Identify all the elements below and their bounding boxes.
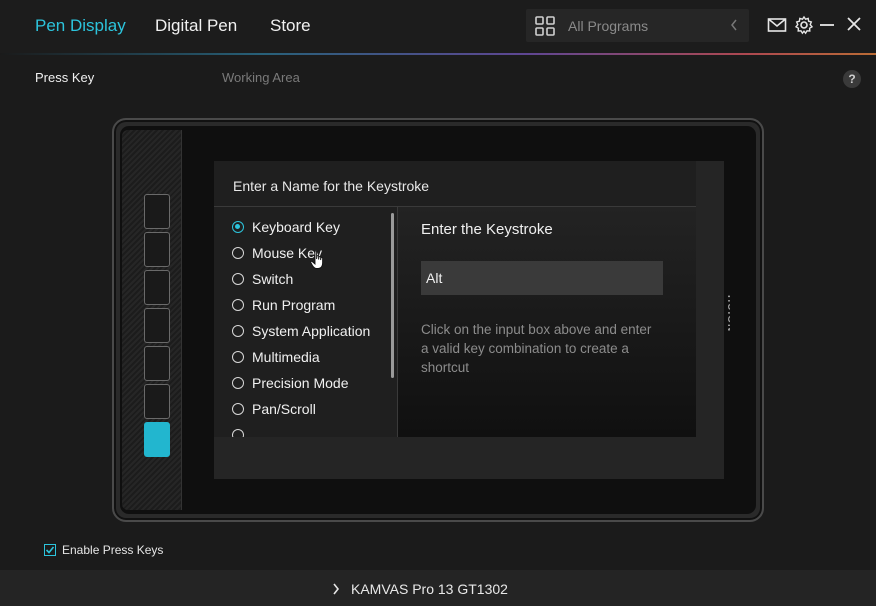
program-selector[interactable]: All Programs	[526, 9, 749, 42]
keystroke-input[interactable]	[421, 261, 663, 295]
radio-icon	[232, 429, 244, 437]
option-label: Pan/Scroll	[252, 401, 316, 417]
tab-digital-pen[interactable]: Digital Pen	[155, 16, 237, 36]
press-key-5[interactable]	[144, 346, 170, 381]
options-scrollbar[interactable]	[391, 213, 394, 378]
tab-store[interactable]: Store	[270, 16, 311, 36]
radio-icon	[232, 403, 244, 415]
device-name: KAMVAS Pro 13 GT1302	[351, 581, 508, 597]
radio-icon	[232, 325, 244, 337]
option-system-application[interactable]: System Application	[232, 323, 370, 339]
enable-press-keys-checkbox[interactable]: Enable Press Keys	[44, 543, 163, 557]
dialog-title: Enter a Name for the Keystroke	[233, 178, 430, 194]
press-key-panel	[122, 130, 182, 510]
chevron-left-icon[interactable]	[729, 18, 739, 32]
keystroke-pane: Enter the Keystroke Click on the input b…	[398, 207, 696, 437]
tab-pen-display[interactable]: Pen Display	[35, 16, 126, 36]
gear-icon[interactable]	[794, 15, 814, 35]
option-switch[interactable]: Switch	[232, 271, 293, 287]
option-label: Precision Mode	[252, 375, 349, 391]
press-key-2[interactable]	[144, 232, 170, 267]
option-label: System Application	[252, 323, 371, 339]
option-multimedia[interactable]: Multimedia	[232, 349, 320, 365]
grid-icon	[535, 16, 555, 36]
option-more[interactable]	[232, 427, 252, 437]
option-mouse-key[interactable]: Mouse Key	[232, 245, 322, 261]
radio-icon	[232, 273, 244, 285]
minimize-icon[interactable]	[818, 15, 838, 35]
header-divider	[0, 53, 876, 55]
option-keyboard-key[interactable]: Keyboard Key	[232, 219, 340, 235]
keystroke-title: Enter the Keystroke	[421, 221, 553, 238]
keystroke-dialog: Enter a Name for the Keystroke Keyboard …	[214, 161, 696, 437]
option-label: Multimedia	[252, 349, 320, 365]
radio-icon	[232, 299, 244, 311]
press-key-3[interactable]	[144, 270, 170, 305]
footer-bar: KAMVAS Pro 13 GT1302	[0, 570, 876, 606]
help-button[interactable]: ?	[843, 70, 861, 88]
enable-press-keys-label: Enable Press Keys	[62, 543, 164, 557]
press-key-4[interactable]	[144, 308, 170, 343]
radio-checked-icon	[232, 221, 244, 233]
option-label: Switch	[252, 271, 294, 287]
press-key-6[interactable]	[144, 384, 170, 419]
press-key-7[interactable]	[144, 422, 170, 457]
close-icon[interactable]	[845, 15, 865, 35]
key-type-options: Keyboard Key Mouse Key Switch Run Progra…	[214, 207, 397, 437]
tab-working-area[interactable]: Working Area	[222, 70, 300, 85]
radio-icon	[232, 351, 244, 363]
radio-icon	[232, 247, 244, 259]
option-label: Run Program	[252, 297, 336, 313]
press-key-1[interactable]	[144, 194, 170, 229]
option-pan-scroll[interactable]: Pan/Scroll	[232, 401, 316, 417]
chevron-right-icon[interactable]	[331, 582, 341, 596]
keystroke-hint: Click on the input box above and enter a…	[421, 322, 652, 375]
program-selector-label: All Programs	[568, 18, 649, 34]
radio-icon	[232, 377, 244, 389]
svg-text:HUION: HUION	[725, 295, 730, 332]
hand-cursor-icon	[310, 250, 324, 269]
tab-press-key[interactable]: Press Key	[35, 70, 94, 85]
option-precision-mode[interactable]: Precision Mode	[232, 375, 349, 391]
top-bar: Pen Display Digital Pen Store All Progra…	[0, 0, 876, 53]
option-run-program[interactable]: Run Program	[232, 297, 335, 313]
checkbox-checked-icon	[44, 544, 56, 556]
mail-icon[interactable]	[767, 15, 787, 35]
option-label: Keyboard Key	[252, 219, 340, 235]
